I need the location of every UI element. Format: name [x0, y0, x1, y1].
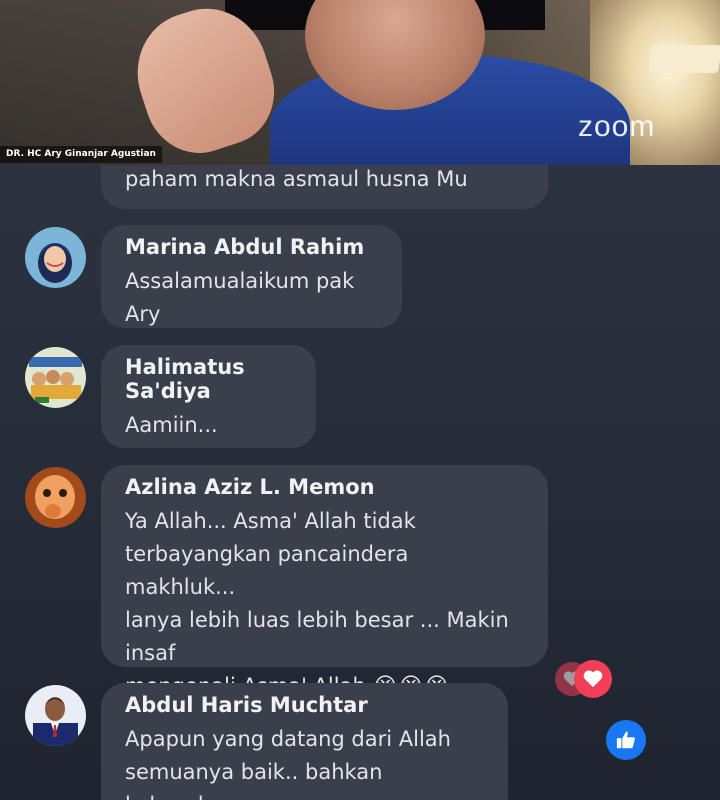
comment-text-line: terbayangkan pancaindera makhluk...	[125, 542, 409, 599]
comment-author[interactable]: Marina Abdul Rahim	[125, 235, 378, 259]
comment-text-line: Apapun yang datang dari Allah	[125, 727, 451, 751]
comment-text: Aamiin...	[125, 413, 218, 437]
video-stream[interactable]: DR. HC Ary Ginanjar Agustian zoom	[0, 0, 720, 165]
speaker-name-tag: DR. HC Ary Ginanjar Agustian	[0, 146, 162, 163]
thumbs-up-icon	[606, 720, 646, 760]
comment-text-line: lanya lebih luas lebih besar ... Makin i…	[125, 608, 509, 665]
avatar[interactable]	[25, 685, 86, 746]
avatar[interactable]	[25, 467, 86, 528]
comment-bubble[interactable]: Abdul Haris Muchtar Apapun yang datang d…	[101, 683, 508, 800]
comment-author[interactable]: Abdul Haris Muchtar	[125, 693, 484, 717]
comment-bubble[interactable]: Marina Abdul Rahim Assalamualaikum pak A…	[101, 225, 402, 328]
comment-author[interactable]: Azlina Aziz L. Memon	[125, 475, 524, 499]
comment-author[interactable]: Halimatus Sa'diya	[125, 355, 292, 403]
comment-bubble[interactable]: Azlina Aziz L. Memon Ya Allah... Asma' A…	[101, 465, 548, 699]
comment-text: Ya Allah... Asma' Allah tidak terbayangk…	[125, 505, 524, 703]
comment-text-line: semuanya baik.. bahkan keburukan	[125, 760, 383, 800]
avatar[interactable]	[25, 227, 86, 288]
comment-text: Assalamualaikum pak Ary	[125, 269, 355, 326]
comment-feed[interactable]: paham makna asmaul husna Mu Marina Abdul…	[0, 165, 720, 800]
comment-text-line: Ya Allah... Asma' Allah tidak	[125, 509, 416, 533]
comment-text: paham makna asmaul husna Mu	[125, 167, 468, 191]
comment-bubble[interactable]: paham makna asmaul husna Mu	[101, 165, 548, 209]
lamp	[648, 45, 720, 73]
heart-icon	[574, 660, 612, 698]
comment-text: Apapun yang datang dari Allah semuanya b…	[125, 723, 484, 800]
zoom-watermark: zoom	[578, 110, 656, 143]
avatar[interactable]	[25, 347, 86, 408]
comment-bubble[interactable]: Halimatus Sa'diya Aamiin...	[101, 345, 316, 448]
